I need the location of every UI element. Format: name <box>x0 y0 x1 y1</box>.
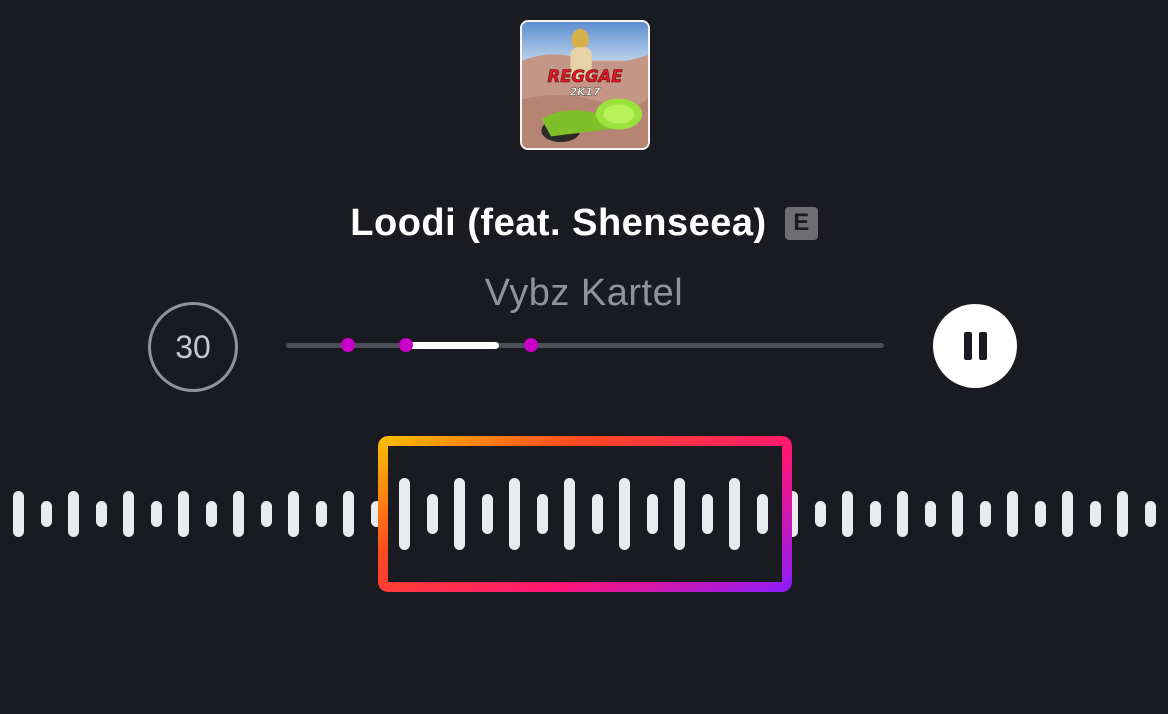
waveform-bar <box>814 501 826 527</box>
share-clip-screen: REGGAE 2K17 Loodi (feat. Shenseea) E Vyb… <box>0 0 1168 714</box>
progress-selection <box>405 342 499 349</box>
album-art-image: REGGAE 2K17 <box>522 22 648 148</box>
album-subtitle-art: 2K17 <box>570 86 601 99</box>
track-title: Loodi (feat. Shenseea) <box>350 201 767 244</box>
waveform-bar <box>260 501 272 527</box>
skip-30-label: 30 <box>175 328 211 365</box>
progress-marker-3[interactable] <box>524 338 539 352</box>
waveform-bar <box>1034 501 1046 527</box>
skip-30-button[interactable]: 30 <box>148 302 238 392</box>
track-title-row: Loodi (feat. Shenseea) E <box>0 198 1168 248</box>
waveform-bar <box>897 491 908 537</box>
waveform-bar <box>13 491 24 537</box>
waveform-bar <box>1007 491 1018 537</box>
clip-selection-window[interactable] <box>378 436 792 592</box>
waveform-bar <box>123 491 134 537</box>
waveform-bar <box>842 491 853 537</box>
waveform-bar <box>1062 491 1073 537</box>
waveform-bar <box>952 491 963 537</box>
waveform-bar <box>40 501 52 527</box>
waveform-bar <box>233 491 244 537</box>
progress-marker-2[interactable] <box>398 338 413 352</box>
explicit-badge: E <box>784 206 818 240</box>
waveform-bar <box>979 501 991 527</box>
waveform-bar <box>869 501 881 527</box>
waveform-bar <box>1117 491 1128 537</box>
waveform-bar <box>343 491 354 537</box>
waveform-bar <box>68 491 79 537</box>
progress-bar[interactable] <box>286 338 884 352</box>
waveform-bar <box>1144 501 1156 527</box>
waveform-bar <box>1089 501 1101 527</box>
waveform-bar <box>288 491 299 537</box>
waveform-bar <box>315 501 327 527</box>
waveform-bar <box>95 501 107 527</box>
pause-button[interactable] <box>933 304 1017 388</box>
progress-marker-1[interactable] <box>340 338 355 352</box>
pause-icon <box>963 332 987 360</box>
album-title-art: REGGAE <box>548 67 624 86</box>
waveform-bar <box>924 501 936 527</box>
waveform-bar <box>178 491 189 537</box>
waveform-bar <box>205 501 217 527</box>
waveform-bar <box>150 501 162 527</box>
album-art: REGGAE 2K17 <box>520 20 650 150</box>
